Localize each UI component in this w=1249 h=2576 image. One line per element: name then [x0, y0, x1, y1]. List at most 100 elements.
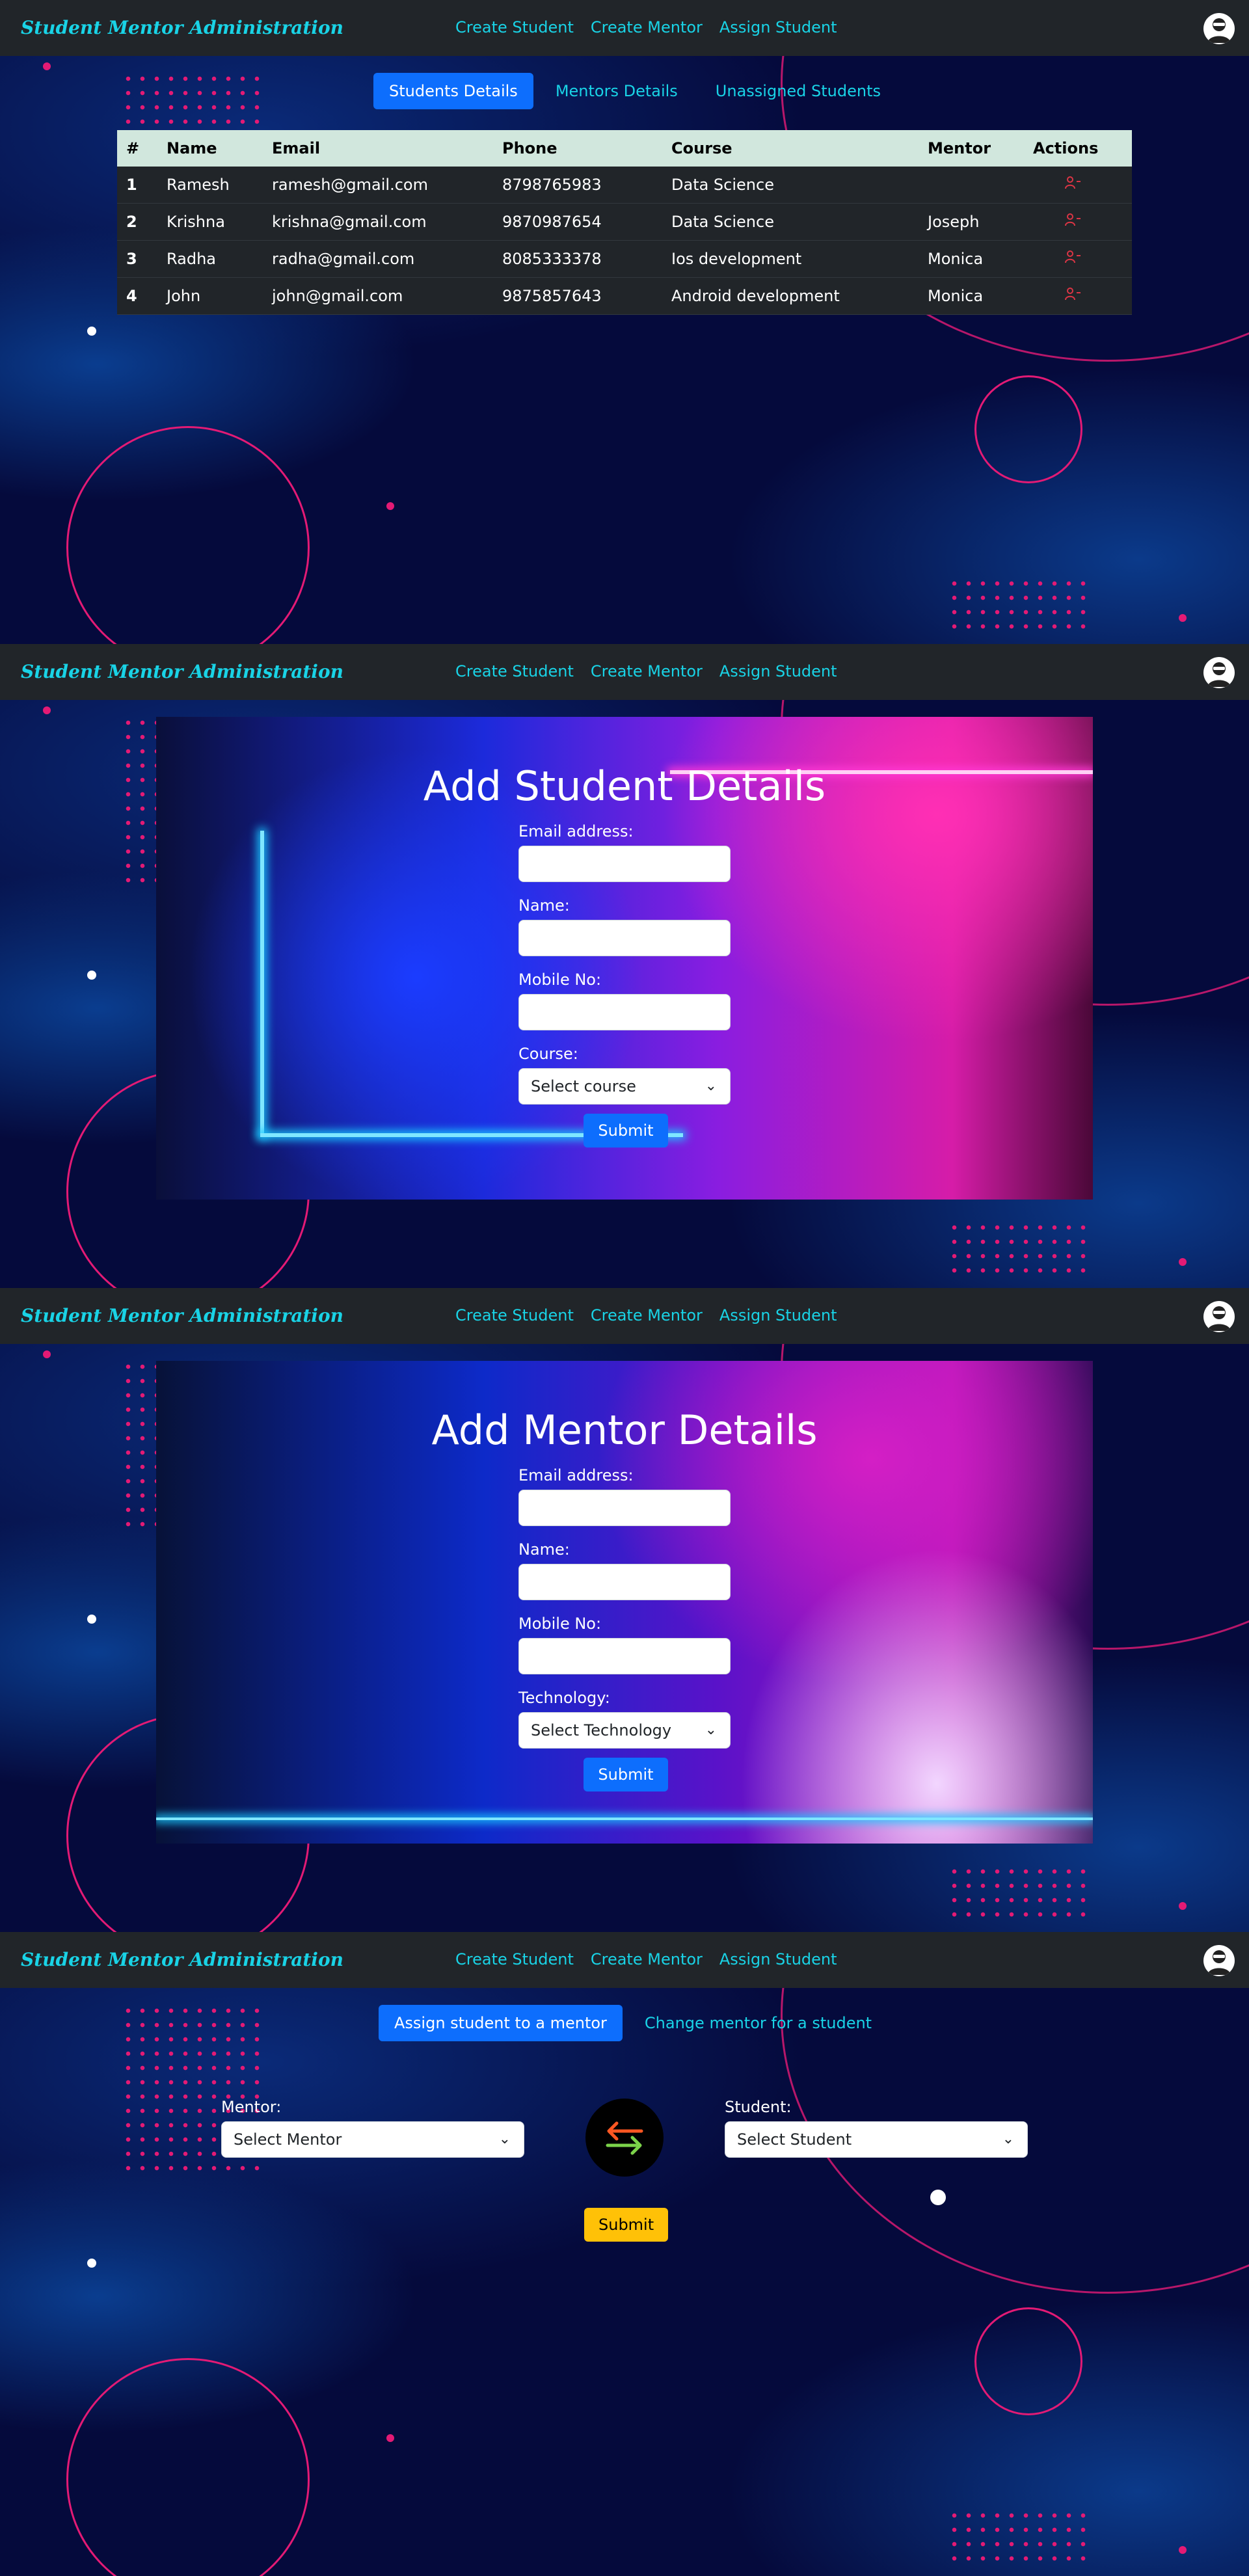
avatar-icon[interactable] — [1203, 1945, 1235, 1976]
nav-create-student[interactable]: Create Student — [455, 1950, 574, 1968]
tab-students-details[interactable]: Students Details — [373, 73, 533, 109]
student-email: krishna@gmail.com — [263, 203, 493, 241]
nav-create-student[interactable]: Create Student — [455, 18, 574, 36]
tab-unassigned-students[interactable]: Unassigned Students — [700, 73, 896, 109]
students-table: # Name Email Phone Course Mentor Actions… — [117, 130, 1132, 315]
row-number: 1 — [117, 167, 157, 204]
col-course: Course — [662, 130, 919, 167]
user-remove-icon[interactable] — [1064, 176, 1081, 190]
student-email: radha@gmail.com — [263, 240, 493, 278]
mobile-label: Mobile No: — [518, 1615, 602, 1633]
col-phone: Phone — [493, 130, 662, 167]
decor-ring — [66, 2358, 310, 2576]
nav-links: Create Student Create Mentor Assign Stud… — [455, 1306, 837, 1324]
decor-dot — [1179, 1258, 1187, 1266]
course-select-value: Select course — [531, 1077, 636, 1095]
submit-wrapper: Submit — [518, 1758, 733, 1791]
student-label: Student: — [725, 2098, 792, 2116]
row-actions — [1024, 277, 1132, 315]
nav-assign-student[interactable]: Assign Student — [719, 18, 837, 36]
decor-dot — [87, 327, 96, 336]
course-select[interactable]: Select course ⌄ — [518, 1068, 731, 1105]
decor-dot — [87, 1615, 96, 1624]
decor-dot — [386, 502, 394, 510]
mobile-field[interactable] — [518, 994, 731, 1030]
mentor-label: Mentor: — [221, 2098, 282, 2116]
nav-create-student[interactable]: Create Student — [455, 1306, 574, 1324]
student-column: Student: Select Student ⌄ — [725, 2098, 1028, 2158]
technology-select-value: Select Technology — [531, 1721, 672, 1739]
chevron-down-icon: ⌄ — [498, 2131, 511, 2147]
tab-mentors-details[interactable]: Mentors Details — [540, 73, 693, 109]
student-course: Ios development — [662, 240, 919, 278]
brand-title[interactable]: Student Mentor Administration — [21, 1949, 343, 1970]
chevron-down-icon: ⌄ — [705, 1078, 717, 1094]
nav-links: Create Student Create Mentor Assign Stud… — [455, 1950, 837, 1968]
user-remove-icon[interactable] — [1064, 213, 1081, 227]
email-label: Email address: — [518, 1466, 634, 1484]
nav-create-mentor[interactable]: Create Mentor — [591, 1306, 703, 1324]
row-number: 2 — [117, 203, 157, 241]
student-mentor — [919, 167, 1024, 204]
avatar-icon[interactable] — [1203, 657, 1235, 688]
nav-assign-student[interactable]: Assign Student — [719, 1306, 837, 1324]
decor-dots — [947, 1220, 1090, 1279]
student-course: Data Science — [662, 203, 919, 241]
row-actions — [1024, 240, 1132, 278]
student-course: Android development — [662, 277, 919, 315]
navbar: Student Mentor Administration Create Stu… — [0, 644, 1249, 700]
mentor-select[interactable]: Select Mentor ⌄ — [221, 2121, 524, 2158]
mobile-label: Mobile No: — [518, 971, 602, 989]
decor-dot — [386, 2434, 394, 2442]
user-remove-icon[interactable] — [1064, 250, 1081, 264]
brand-title[interactable]: Student Mentor Administration — [21, 1305, 343, 1326]
nav-create-mentor[interactable]: Create Mentor — [591, 1950, 703, 1968]
tab-change-mentor[interactable]: Change mentor for a student — [629, 2005, 887, 2041]
col-actions: Actions — [1024, 130, 1132, 167]
email-field[interactable] — [518, 846, 731, 882]
student-course: Data Science — [662, 167, 919, 204]
student-name: Ramesh — [157, 167, 263, 204]
user-remove-icon[interactable] — [1064, 287, 1081, 301]
mentor-form-card: Add Mentor Details Email address: Name: … — [156, 1361, 1093, 1844]
name-field[interactable] — [518, 1564, 731, 1600]
nav-create-mentor[interactable]: Create Mentor — [591, 18, 703, 36]
nav-assign-student[interactable]: Assign Student — [719, 662, 837, 680]
submit-wrapper: Submit — [518, 1114, 733, 1147]
col-name: Name — [157, 130, 263, 167]
avatar-icon[interactable] — [1203, 1301, 1235, 1332]
nav-assign-student[interactable]: Assign Student — [719, 1950, 837, 1968]
avatar-icon[interactable] — [1203, 13, 1235, 44]
student-mentor: Monica — [919, 277, 1024, 315]
nav-create-student[interactable]: Create Student — [455, 662, 574, 680]
decor-dots — [947, 2508, 1090, 2567]
name-field[interactable] — [518, 920, 731, 956]
student-email: john@gmail.com — [263, 277, 493, 315]
technology-select[interactable]: Select Technology ⌄ — [518, 1712, 731, 1749]
mobile-field[interactable] — [518, 1638, 731, 1674]
student-select-value: Select Student — [737, 2130, 852, 2149]
row-actions — [1024, 167, 1132, 204]
submit-button[interactable]: Submit — [584, 2208, 669, 2242]
student-phone: 9875857643 — [493, 277, 662, 315]
decor-dots — [121, 72, 264, 130]
row-number: 4 — [117, 277, 157, 315]
tab-assign-student[interactable]: Assign student to a mentor — [379, 2005, 623, 2041]
decor-dots — [947, 576, 1090, 635]
submit-button[interactable]: Submit — [584, 1114, 668, 1147]
assign-tabs: Assign student to a mentor Change mentor… — [379, 2005, 887, 2041]
decor-neon — [260, 831, 264, 1136]
submit-button[interactable]: Submit — [584, 1758, 668, 1791]
decor-dot — [43, 706, 51, 714]
decor-ring — [66, 426, 310, 644]
student-select[interactable]: Select Student ⌄ — [725, 2121, 1028, 2158]
decor-dot — [43, 62, 51, 70]
brand-title[interactable]: Student Mentor Administration — [21, 17, 343, 38]
nav-links: Create Student Create Mentor Assign Stud… — [455, 18, 837, 36]
email-field[interactable] — [518, 1490, 731, 1526]
decor-dot — [87, 2259, 96, 2268]
brand-title[interactable]: Student Mentor Administration — [21, 661, 343, 682]
col-number: # — [117, 130, 157, 167]
nav-create-mentor[interactable]: Create Mentor — [591, 662, 703, 680]
student-form: Email address: Name: Mobile No: Course: … — [518, 822, 733, 1147]
